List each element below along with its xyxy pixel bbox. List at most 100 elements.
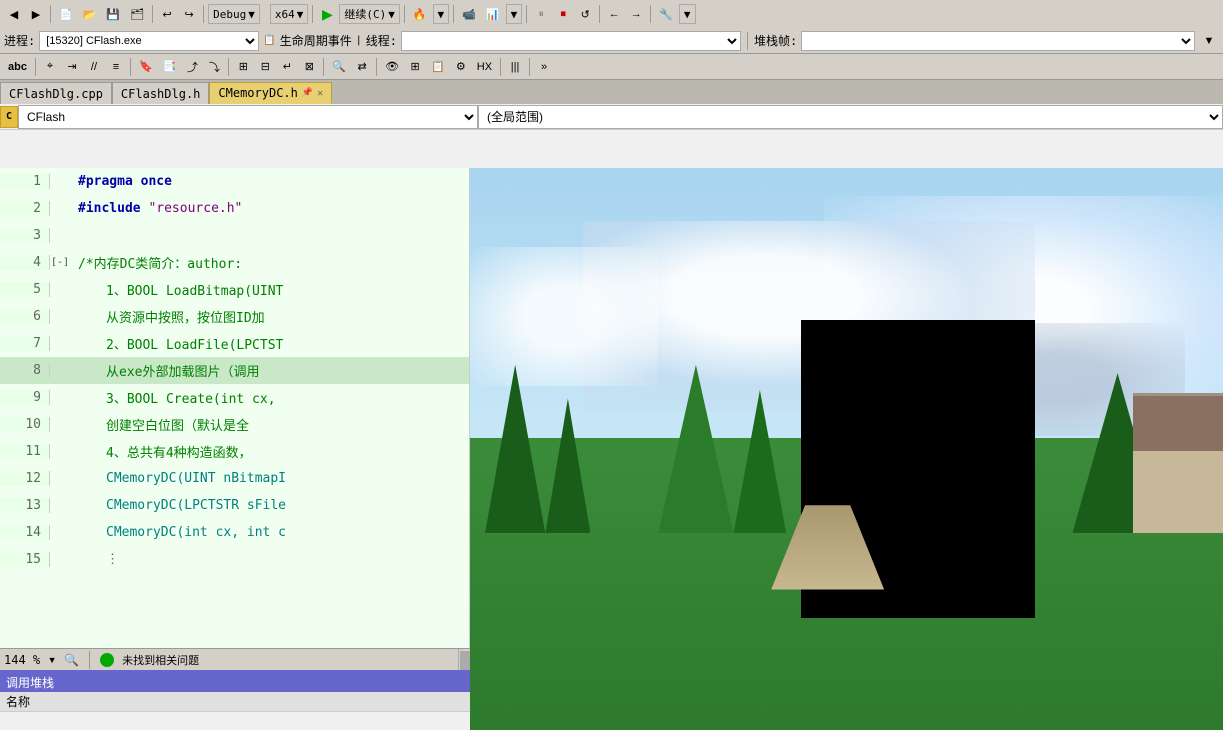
- flame-button[interactable]: 🔥: [409, 4, 431, 24]
- watch-btn[interactable]: 👁: [381, 57, 403, 77]
- tab-close-cmemorydch[interactable]: ✕: [317, 88, 323, 99]
- left-panel: 1 #pragma once 2 #include "resource.h": [0, 168, 470, 730]
- scope-bar: C CFlash (全局范围): [0, 104, 1223, 130]
- code-editor[interactable]: 1 #pragma once 2 #include "resource.h": [0, 168, 470, 730]
- scrollbar[interactable]: [458, 649, 470, 670]
- process-select[interactable]: [15320] CFlash.exe: [39, 31, 259, 51]
- record-dropdown[interactable]: ▼: [506, 4, 523, 24]
- line-content-4: /*内存DC类简介：author:: [70, 253, 242, 272]
- bookmark4-btn[interactable]: ⤵: [204, 57, 224, 77]
- list-btn[interactable]: ≡: [106, 57, 126, 77]
- comment-btn[interactable]: //: [84, 57, 104, 77]
- disasm-btn[interactable]: ⚙: [451, 57, 471, 77]
- save-all-button[interactable]: 🗂: [126, 4, 148, 24]
- search-icon[interactable]: 🔍: [64, 653, 79, 667]
- tab-label-cmemorydch: CMemoryDC.h: [218, 86, 297, 100]
- code-line-8: 8 从exe外部加载图片（调用: [0, 357, 469, 384]
- memory-btn[interactable]: ⊞: [405, 57, 425, 77]
- collapse-4[interactable]: [-]: [50, 257, 70, 268]
- line-content-14: CMemoryDC(int cx, int c: [70, 525, 286, 540]
- line-num-9: 9: [0, 390, 50, 405]
- save-button[interactable]: 💾: [102, 4, 124, 24]
- code-line-14: 14 CMemoryDC(int cx, int c: [0, 519, 469, 546]
- zoom-value: 144 %: [4, 653, 40, 667]
- separator8: [599, 5, 600, 23]
- wrap-btn[interactable]: ↵: [277, 57, 297, 77]
- register-btn[interactable]: 📋: [427, 57, 449, 77]
- code-line-13: 13 CMemoryDC(LPCTSTR sFile: [0, 492, 469, 519]
- line-num-3: 3: [0, 228, 50, 243]
- back-button[interactable]: ◀: [4, 4, 24, 24]
- scope-select[interactable]: (全局范围): [478, 105, 1223, 129]
- line-content-6: 从资源中按照，按位图ID加: [70, 307, 265, 326]
- tab-cflashdlg-cpp[interactable]: CFlashDlg.cpp: [0, 82, 112, 104]
- continue-arrow: ▼: [388, 8, 395, 21]
- chart-button[interactable]: 📊: [482, 4, 504, 24]
- code-line-6: 6 从资源中按照，按位图ID加: [0, 303, 469, 330]
- hex-btn[interactable]: HX: [473, 57, 496, 77]
- thread-select[interactable]: [401, 31, 741, 51]
- new-file-button[interactable]: 📄: [55, 4, 77, 24]
- find-btn[interactable]: 🔍: [328, 57, 350, 77]
- stop-button[interactable]: ⏹: [553, 4, 573, 24]
- line-content-1: #pragma once: [70, 174, 172, 189]
- bookmark3-btn[interactable]: ⤴: [182, 57, 202, 77]
- tab-label-cflashdlg-h: CFlashDlg.h: [121, 87, 200, 101]
- open-file-button[interactable]: 📂: [79, 4, 101, 24]
- tab-cmemorydch[interactable]: CMemoryDC.h 📌 ✕: [209, 82, 332, 104]
- line-content-7: 2、BOOL LoadFile(LPCTST: [70, 334, 283, 353]
- code-line-10: 10 创建空白位图（默认是全: [0, 411, 469, 438]
- more-btn[interactable]: »: [534, 57, 554, 77]
- abc-sep1: [35, 58, 36, 76]
- platform-dropdown[interactable]: x64 ▼: [270, 4, 309, 24]
- tools-button[interactable]: 🔧: [655, 4, 677, 24]
- line-num-1: 1: [0, 174, 50, 189]
- class-select[interactable]: CFlash: [18, 105, 478, 129]
- bookmark-btn[interactable]: 🔖: [135, 57, 157, 77]
- line-num-7: 7: [0, 336, 50, 351]
- format-btn[interactable]: ⊟: [255, 57, 275, 77]
- code-line-5: 5 1、BOOL LoadBitmap(UINT: [0, 276, 469, 303]
- flame-dropdown[interactable]: ▼: [433, 4, 450, 24]
- callstack-header: 名称: [0, 692, 470, 712]
- stack-select[interactable]: [801, 31, 1195, 51]
- bookmark2-btn[interactable]: 📑: [159, 57, 181, 77]
- callstack-col-name: 名称: [6, 693, 30, 710]
- restart-button[interactable]: ↺: [575, 4, 595, 24]
- abc-sep6: [500, 58, 501, 76]
- cursor-btn[interactable]: ⌖: [40, 57, 60, 77]
- content-area: 1 #pragma once 2 #include "resource.h": [0, 168, 1223, 730]
- column-btn[interactable]: |||: [505, 57, 525, 77]
- align-btn[interactable]: ⊞: [233, 57, 253, 77]
- forward-button[interactable]: ▶: [26, 4, 46, 24]
- abc-button[interactable]: abc: [4, 57, 31, 77]
- scroll-thumb[interactable]: [460, 651, 470, 671]
- code-line-2: 2 #include "resource.h": [0, 195, 469, 222]
- redo-button[interactable]: ↪: [179, 4, 199, 24]
- callstack-panel: 调用堆栈 名称: [0, 670, 470, 730]
- platform-label: x64: [275, 8, 295, 21]
- continue-dropdown[interactable]: 继续(C) ▼: [339, 4, 400, 24]
- nav-right-button[interactable]: →: [626, 4, 646, 24]
- split-btn[interactable]: ⊠: [299, 57, 319, 77]
- status-bar: 144 % ▼ 🔍 未找到相关问题: [0, 648, 470, 670]
- stack-arrow-btn[interactable]: ▼: [1199, 31, 1219, 51]
- record-button[interactable]: 📹: [458, 4, 480, 24]
- line-num-12: 12: [0, 471, 50, 486]
- replace-btn[interactable]: ⇄: [352, 57, 372, 77]
- tab-cflashdlg-h[interactable]: CFlashDlg.h: [112, 82, 209, 104]
- building-right: [1133, 393, 1223, 534]
- tools-dropdown[interactable]: ▼: [679, 4, 696, 24]
- abc-sep4: [323, 58, 324, 76]
- line-content-5: 1、BOOL LoadBitmap(UINT: [70, 280, 283, 299]
- callstack-title: 调用堆栈: [0, 672, 470, 692]
- zoom-dropdown-btn[interactable]: ▼: [42, 652, 62, 668]
- undo-button[interactable]: ↩: [157, 4, 177, 24]
- indent-btn[interactable]: ⇥: [62, 57, 82, 77]
- pause-button[interactable]: ⏸: [531, 4, 551, 24]
- stack-label: 堆栈帧:: [754, 32, 797, 49]
- nav-left-button[interactable]: ←: [604, 4, 624, 24]
- debug-dropdown[interactable]: Debug ▼: [208, 4, 260, 24]
- code-line-9: 9 3、BOOL Create(int cx,: [0, 384, 469, 411]
- play-button[interactable]: ▶: [317, 4, 337, 24]
